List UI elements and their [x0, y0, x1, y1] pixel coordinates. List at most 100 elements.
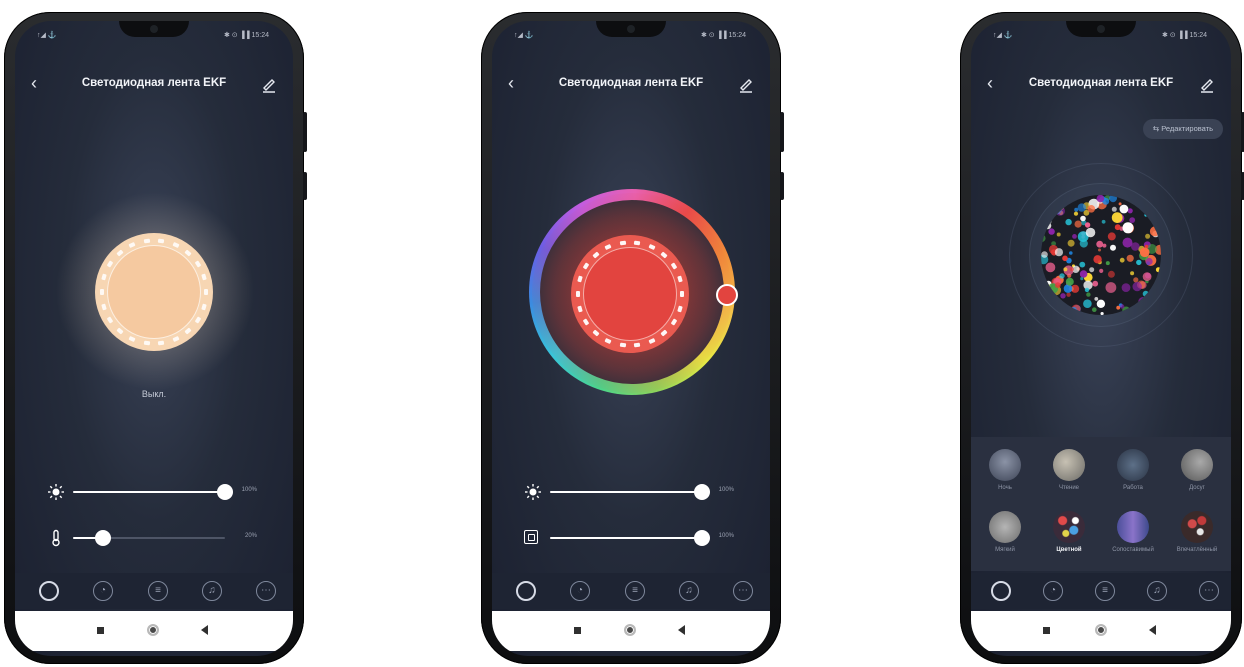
phone-frame-white-mode: ↑◢ ⚓ ✱ ⊙ ▐▐ 15:24 ‹ Светодиодная лента E… [4, 12, 307, 664]
status-bar: ↑◢ ⚓ ✱ ⊙ ▐▐ 15:24 [492, 31, 770, 45]
led-dot [677, 275, 683, 283]
system-nav-bar [15, 611, 293, 651]
led-dot [101, 303, 107, 311]
palette-icon[interactable]: ◔ [570, 581, 590, 601]
scene-item-soft[interactable]: Мягкий [973, 511, 1037, 553]
saturation-value: 100% [718, 533, 734, 539]
bokeh-light [1129, 217, 1136, 223]
scene-item-night[interactable]: Ночь [973, 449, 1037, 491]
slider-track[interactable] [73, 484, 233, 500]
recents-button[interactable] [1043, 627, 1050, 634]
back-button[interactable] [201, 625, 208, 635]
bokeh-light [1114, 224, 1121, 231]
bokeh-light [1056, 232, 1061, 237]
led-dot [660, 251, 668, 259]
recents-button[interactable] [97, 627, 104, 634]
brightness-slider[interactable]: 100% [47, 481, 269, 503]
bokeh-light [1130, 271, 1135, 276]
scene-label: Впечатлённый [1176, 547, 1218, 553]
led-dot [172, 241, 180, 248]
scene-icon[interactable]: ≡ [625, 581, 645, 601]
top-bar: ‹ Светодиодная лента EKF [15, 73, 293, 95]
battery-clock: ✱ ⊙ ▐▐ 15:24 [700, 32, 746, 39]
slider-knob[interactable] [95, 530, 112, 546]
music-icon[interactable]: ♫ [202, 581, 222, 601]
home-button[interactable] [624, 624, 636, 636]
bokeh-light [1145, 233, 1151, 239]
bokeh-light [1101, 219, 1106, 224]
bokeh-light [1133, 277, 1139, 283]
slider-track[interactable] [550, 484, 710, 500]
slider-knob[interactable] [694, 484, 710, 500]
volume-button [303, 112, 307, 152]
work-thumbnail [1117, 449, 1149, 481]
home-button[interactable] [1095, 624, 1107, 636]
scene-label: Мягкий [995, 547, 1015, 553]
scene-icon[interactable]: ≡ [148, 581, 168, 601]
slider-track[interactable] [550, 530, 710, 546]
led-dot [101, 273, 107, 281]
active-scene-preview[interactable] [1041, 195, 1161, 315]
mode-tab-bar: ◔ ≡ ♫ ⋯ [492, 573, 770, 609]
battery-clock: ✱ ⊙ ▐▐ 15:24 [1161, 32, 1207, 39]
led-dot [582, 262, 590, 270]
more-icon[interactable]: ⋯ [733, 581, 753, 601]
temperature-slider[interactable]: 20% [47, 527, 269, 549]
more-icon[interactable]: ⋯ [256, 581, 276, 601]
bokeh-light [1110, 244, 1116, 251]
bokeh-light [1074, 207, 1079, 212]
scene-item-colorful[interactable]: Цветной [1037, 511, 1101, 553]
bokeh-light [1063, 267, 1068, 272]
bokeh-light [1096, 299, 1106, 308]
thermometer-icon [47, 529, 65, 547]
edit-scene-button[interactable]: ⇆ Редактировать [1142, 119, 1223, 139]
led-dot [158, 238, 165, 243]
back-button[interactable] [678, 625, 685, 635]
rename-pencil-icon[interactable] [1197, 73, 1217, 95]
rename-pencil-icon[interactable] [736, 73, 756, 95]
leisure-thumbnail [1181, 449, 1213, 481]
scene-item-impressed[interactable]: Впечатлённый [1165, 511, 1229, 553]
temperature-value: 20% [244, 533, 257, 539]
palette-icon[interactable]: ◔ [1043, 581, 1063, 601]
scene-item-work[interactable]: Работа [1101, 449, 1165, 491]
led-dot [172, 336, 180, 343]
more-icon[interactable]: ⋯ [1199, 581, 1219, 601]
bokeh-light [1054, 282, 1061, 289]
soft-thumbnail [989, 511, 1021, 543]
led-dot [592, 251, 600, 259]
scene-icon[interactable]: ≡ [1095, 581, 1115, 601]
scene-item-reading[interactable]: Чтение [1037, 449, 1101, 491]
sun-icon [47, 483, 65, 501]
led-dot [619, 240, 626, 245]
screenshot-collage: ↑◢ ⚓ ✱ ⊙ ▐▐ 15:24 ‹ Светодиодная лента E… [0, 0, 1244, 667]
power-icon[interactable] [39, 581, 59, 601]
signal-indicators: ↑◢ ⚓ [514, 32, 534, 39]
color-picker-handle[interactable] [716, 284, 738, 306]
light-bulb-button[interactable] [95, 233, 213, 351]
light-bulb-button[interactable] [571, 235, 689, 353]
music-icon[interactable]: ♫ [1147, 581, 1167, 601]
home-button[interactable] [147, 624, 159, 636]
power-icon[interactable] [516, 581, 536, 601]
brightness-slider[interactable]: 100% [524, 481, 746, 503]
music-icon[interactable]: ♫ [679, 581, 699, 601]
slider-track[interactable] [73, 530, 225, 546]
brightness-value: 100% [241, 487, 257, 493]
rename-pencil-icon[interactable] [259, 73, 279, 95]
bokeh-light [1087, 205, 1096, 213]
saturation-slider[interactable]: 100% [524, 527, 746, 549]
bokeh-light [1060, 293, 1066, 299]
back-button[interactable] [1149, 625, 1156, 635]
power-icon[interactable] [991, 581, 1011, 601]
recents-button[interactable] [574, 627, 581, 634]
slider-knob[interactable] [694, 530, 710, 546]
scene-item-comparable[interactable]: Сопоставимый [1101, 511, 1165, 553]
slider-knob[interactable] [217, 484, 233, 500]
scene-item-leisure[interactable]: Досуг [1165, 449, 1229, 491]
bokeh-light [1109, 195, 1117, 203]
palette-icon[interactable]: ◔ [93, 581, 113, 601]
led-dot [670, 318, 678, 326]
bokeh-light [1111, 206, 1117, 212]
led-dot [158, 341, 165, 346]
